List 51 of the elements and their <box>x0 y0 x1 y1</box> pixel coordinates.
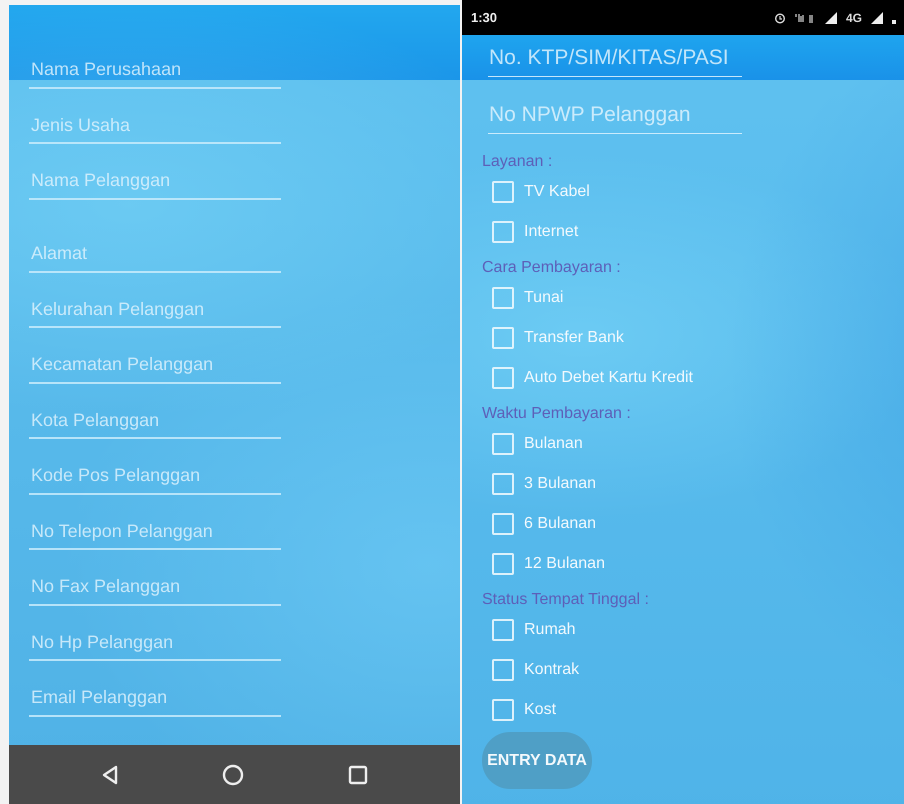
checkbox[interactable] <box>492 181 514 203</box>
text-field[interactable]: No. KTP/SIM/KITAS/PASI <box>488 40 742 77</box>
text-field[interactable]: No NPWP Pelanggan <box>488 97 742 134</box>
status-time: 1:30 <box>471 10 498 25</box>
checkbox[interactable] <box>492 473 514 495</box>
section-label: Cara Pembayaran : <box>482 258 621 278</box>
text-field[interactable]: Kecamatan Pelanggan <box>29 348 281 384</box>
checkbox-label[interactable]: Tunai <box>524 289 564 307</box>
checkbox[interactable] <box>492 513 514 535</box>
signal-icon <box>870 10 884 24</box>
checkbox-label[interactable]: Rumah <box>524 621 576 639</box>
text-field[interactable]: No Hp Pelanggan <box>29 625 281 661</box>
checkbox[interactable] <box>492 221 514 243</box>
text-field[interactable]: No Fax Pelanggan <box>29 570 281 606</box>
recents-icon[interactable] <box>348 764 368 784</box>
text-field[interactable]: Alamat <box>29 236 281 272</box>
checkbox[interactable] <box>492 367 514 389</box>
text-field[interactable]: Kota Pelanggan <box>29 403 281 439</box>
text-field[interactable]: Nama Perusahaan <box>29 52 281 88</box>
checkbox[interactable] <box>492 287 514 309</box>
checkbox[interactable] <box>492 553 514 575</box>
text-field[interactable]: Kode Pos Pelanggan <box>29 458 281 494</box>
checkbox[interactable] <box>492 619 514 641</box>
checkbox[interactable] <box>492 659 514 681</box>
home-icon[interactable] <box>222 764 244 786</box>
checkbox-label[interactable]: Bulanan <box>524 435 583 453</box>
checkbox[interactable] <box>492 699 514 721</box>
text-field[interactable]: No Telepon Pelanggan <box>29 514 281 550</box>
checkbox-label[interactable]: 6 Bulanan <box>524 515 596 533</box>
checkbox-label[interactable]: Auto Debet Kartu Kredit <box>524 369 693 387</box>
checkbox-label[interactable]: 12 Bulanan <box>524 555 605 573</box>
checkbox[interactable] <box>492 433 514 455</box>
checkbox-label[interactable]: Kost <box>524 701 556 719</box>
section-label: Layanan : <box>482 152 552 172</box>
signal-icon <box>824 10 838 24</box>
section-label: Status Tempat Tinggal : <box>482 590 649 610</box>
network-type: 4G <box>846 10 862 24</box>
checkbox-label[interactable]: Transfer Bank <box>524 329 624 347</box>
checkbox-label[interactable]: Kontrak <box>524 661 580 679</box>
checkbox-label[interactable]: 3 Bulanan <box>524 475 596 493</box>
text-field[interactable]: Kelurahan Pelanggan <box>29 292 281 328</box>
alarm-icon <box>774 12 786 24</box>
checkbox-label[interactable]: Internet <box>524 223 578 241</box>
text-field[interactable]: Email Pelanggan <box>29 680 281 716</box>
back-icon[interactable] <box>100 764 119 784</box>
checkbox[interactable] <box>492 327 514 349</box>
checkbox-label[interactable]: TV Kabel <box>524 183 590 201</box>
text-field[interactable]: Jenis Usaha <box>29 108 281 144</box>
section-label: Waktu Pembayaran : <box>482 404 631 424</box>
text-field[interactable]: Nama Pelanggan <box>29 164 281 200</box>
entry-data-button[interactable]: ENTRY DATA <box>482 732 592 789</box>
